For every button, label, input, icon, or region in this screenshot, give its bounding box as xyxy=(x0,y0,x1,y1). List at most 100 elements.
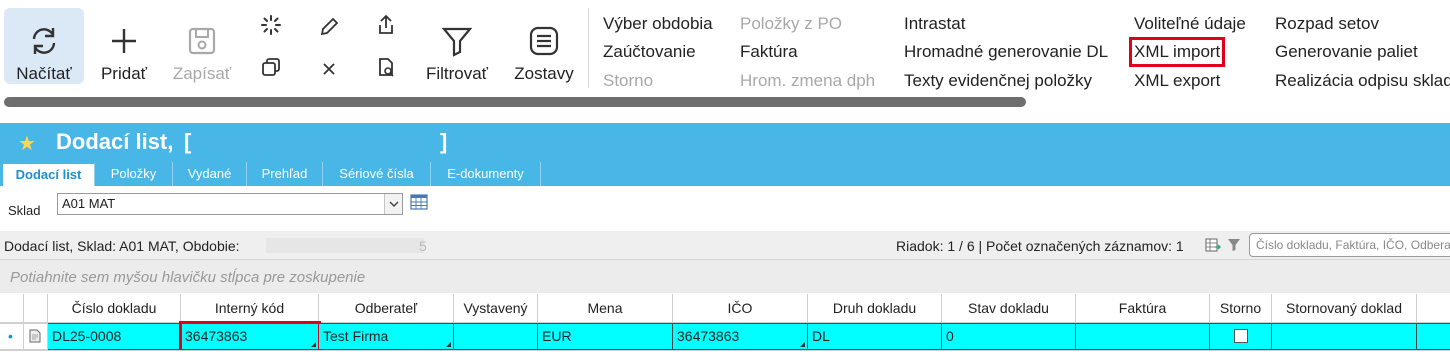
ico-value: 36473863 xyxy=(677,328,740,344)
table-row-cancelled-doc[interactable] xyxy=(1272,323,1417,350)
cell-corner-mark xyxy=(311,342,316,347)
menu-item-texts[interactable]: Texty evidenčnej položky xyxy=(904,71,1092,91)
row-document-icon[interactable] xyxy=(24,323,48,350)
favorite-star-icon[interactable]: ★ xyxy=(18,131,36,156)
table-row-ico[interactable]: 36473863 xyxy=(673,323,808,350)
preview-icon[interactable] xyxy=(373,54,399,80)
column-header-storno[interactable]: Storno xyxy=(1210,294,1272,323)
edit-icon[interactable] xyxy=(316,14,342,40)
column-header-doc-type[interactable]: Druh dokladu xyxy=(808,294,942,323)
save-label: Zapísať xyxy=(172,64,232,83)
spinner-glyph xyxy=(261,15,281,35)
document-icon xyxy=(29,329,41,343)
table-row-doc-type[interactable]: DL xyxy=(808,323,942,350)
column-header-ico[interactable]: IČO xyxy=(673,294,808,323)
ribbon-scrollbar[interactable] xyxy=(4,97,1026,107)
row-indicator-header xyxy=(0,294,24,323)
ribbon-toolbar: Načítať Pridať Zapísať Filtrovať Zostavy… xyxy=(0,0,1450,112)
warehouse-select[interactable]: A01 MAT xyxy=(57,193,403,215)
table-row-issued[interactable] xyxy=(454,323,538,350)
loading-icon[interactable] xyxy=(258,12,284,38)
export-icon[interactable] xyxy=(373,12,399,38)
cell-corner-mark xyxy=(446,342,451,347)
column-header-currency[interactable]: Mena xyxy=(538,294,673,323)
ribbon-separator xyxy=(588,8,589,88)
column-header-doc-number[interactable]: Číslo dokladu xyxy=(48,294,181,323)
warehouse-label: Sklad xyxy=(8,203,41,218)
column-header-invoice[interactable]: Faktúra xyxy=(1076,294,1210,323)
table-row-customer[interactable]: Test Firma xyxy=(319,323,454,350)
cell-corner-mark xyxy=(800,342,805,347)
refresh-label: Načítať xyxy=(16,64,72,83)
menu-generate-pallets[interactable]: Generovanie paliet xyxy=(1275,42,1418,62)
table-row-invoice[interactable] xyxy=(1076,323,1210,350)
menu-posting[interactable]: Zaúčtovanie xyxy=(603,42,696,62)
grid-info-bar: Dodací list, Sklad: A01 MAT, Obdobie: 5 … xyxy=(0,231,1450,259)
row-icon-header xyxy=(24,294,48,323)
group-hint: Potiahnite sem myšou hlavičku stĺpca pre… xyxy=(10,269,366,286)
menu-bulk-generate-dl[interactable]: Hromadné generovanie DL xyxy=(904,42,1108,62)
delivery-notes-table: Číslo dokladu Interný kód Odberateľ Vyst… xyxy=(0,294,1450,357)
table-view-icon[interactable] xyxy=(410,194,428,210)
document-header: ★ Dodací list, [ ] xyxy=(0,123,1450,162)
tab-issued[interactable]: Vydané xyxy=(173,162,247,186)
plus-icon xyxy=(112,29,136,53)
column-header-doc-status[interactable]: Stav dokladu xyxy=(942,294,1076,323)
add-label: Pridať xyxy=(100,64,148,83)
row-indicator[interactable]: • xyxy=(0,323,24,350)
document-title: Dodací list, xyxy=(56,129,174,154)
column-header-cancelled-doc[interactable]: Stornovaný doklad xyxy=(1272,294,1417,323)
menu-bulk-vat-change[interactable]: Hrom. zmena dph xyxy=(740,71,875,91)
filter-icon[interactable] xyxy=(1227,238,1241,252)
document-id-open: [ xyxy=(184,129,192,154)
column-header-filler xyxy=(1417,294,1450,323)
menu-write-off[interactable]: Realizácia odpisu sklad xyxy=(1275,71,1450,91)
tab-serial-numbers[interactable]: Sériové čísla xyxy=(323,162,431,186)
storno-checkbox[interactable] xyxy=(1233,329,1248,343)
save-button[interactable]: Zapísať xyxy=(164,8,240,84)
tab-items[interactable]: Položky xyxy=(95,162,173,186)
copy-glyph xyxy=(262,58,280,76)
delete-icon[interactable] xyxy=(316,56,342,82)
grid-search-input[interactable]: Číslo dokladu, Faktúra, IČO, Odberateľ xyxy=(1249,233,1450,257)
doc-search-glyph xyxy=(379,58,394,77)
filter-label: Filtrovať xyxy=(425,64,489,83)
menu-storno[interactable]: Storno xyxy=(603,71,653,91)
period-redacted xyxy=(266,238,424,253)
column-header-customer[interactable]: Odberateľ xyxy=(319,294,454,323)
menu-items-from-po[interactable]: Položky z PO xyxy=(740,14,842,34)
copy-icon[interactable] xyxy=(258,54,284,80)
table-row-doc-number[interactable]: DL25-0008 xyxy=(48,323,181,350)
chevron-down-icon[interactable] xyxy=(384,194,402,214)
warehouse-value: A01 MAT xyxy=(62,196,116,211)
menu-optional-data[interactable]: Voliteľné údaje xyxy=(1134,14,1246,34)
column-header-internal-code[interactable]: Interný kód xyxy=(181,294,319,323)
reports-button[interactable]: Zostavy xyxy=(506,8,582,84)
table-row-internal-code[interactable]: 36473863 xyxy=(179,321,321,352)
refresh-button[interactable]: Načítať xyxy=(4,8,84,84)
table-row-next[interactable] xyxy=(0,350,1450,357)
export-grid-icon[interactable] xyxy=(1205,238,1221,252)
x-glyph xyxy=(323,63,335,75)
tab-delivery-note[interactable]: Dodací list xyxy=(3,162,95,186)
column-header-issued[interactable]: Vystavený xyxy=(454,294,538,323)
table-row-filler xyxy=(1417,323,1450,350)
add-button[interactable]: Pridať xyxy=(92,8,156,84)
group-by-panel[interactable]: Potiahnite sem myšou hlavičku stĺpca pre… xyxy=(0,259,1450,293)
menu-period-selection[interactable]: Výber obdobia xyxy=(603,14,713,34)
grid-tools xyxy=(1205,238,1241,252)
filter-button[interactable]: Filtrovať xyxy=(418,8,496,84)
table-row-currency[interactable]: EUR xyxy=(538,323,673,350)
table-row-doc-status[interactable]: 0 xyxy=(942,323,1076,350)
menu-intrastat[interactable]: Intrastat xyxy=(904,14,965,34)
tab-overview[interactable]: Prehľad xyxy=(247,162,323,186)
table-row-storno[interactable] xyxy=(1210,323,1272,350)
menu-xml-import[interactable]: XML import xyxy=(1128,37,1226,67)
menu-xml-export[interactable]: XML export xyxy=(1134,71,1220,91)
pencil-glyph xyxy=(320,17,339,36)
menu-set-breakdown[interactable]: Rozpad setov xyxy=(1275,14,1379,34)
menu-invoice[interactable]: Faktúra xyxy=(740,42,798,62)
tab-e-documents[interactable]: E-dokumenty xyxy=(431,162,541,186)
reports-label: Zostavy xyxy=(514,64,574,83)
grid-context-text: Dodací list, Sklad: A01 MAT, Obdobie: xyxy=(4,238,240,254)
